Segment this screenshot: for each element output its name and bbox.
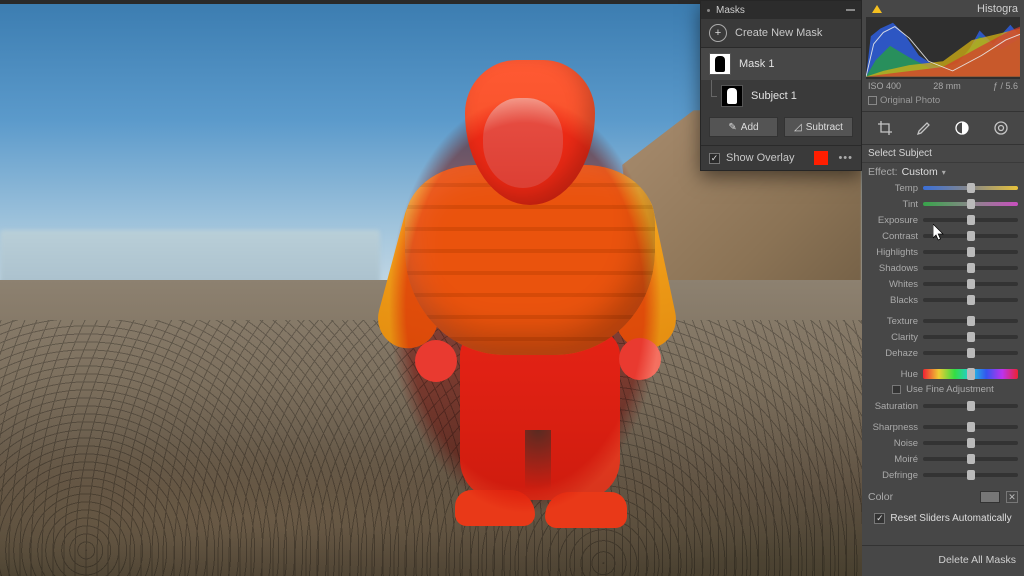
reset-sliders-label: Reset Sliders Automatically bbox=[890, 513, 1011, 524]
create-new-mask[interactable]: + Create New Mask bbox=[701, 19, 861, 48]
dehaze-slider[interactable] bbox=[923, 351, 1018, 355]
heal-tool-icon[interactable] bbox=[915, 119, 933, 137]
fine-adjust-checkbox[interactable] bbox=[892, 385, 901, 394]
chevron-down-icon: ▾ bbox=[942, 168, 946, 177]
moire-slider[interactable] bbox=[923, 457, 1018, 461]
create-mask-label: Create New Mask bbox=[735, 27, 822, 39]
original-photo-toggle[interactable]: Original Photo bbox=[862, 93, 1024, 111]
texture-slider[interactable] bbox=[923, 319, 1018, 323]
show-overlay-label: Show Overlay bbox=[726, 152, 794, 164]
adjustment-sliders: Temp Tint Exposure Contrast Highlights S… bbox=[862, 180, 1024, 487]
radial-tool-icon[interactable] bbox=[992, 119, 1010, 137]
defringe-slider[interactable] bbox=[923, 473, 1018, 477]
crop-tool-icon[interactable] bbox=[876, 119, 894, 137]
blacks-slider[interactable] bbox=[923, 298, 1018, 302]
masks-panel-header[interactable]: Masks bbox=[701, 1, 861, 19]
add-brush-icon: ✎ bbox=[728, 122, 736, 133]
fine-adjust-label: Use Fine Adjustment bbox=[906, 384, 994, 395]
mask-section-title: Select Subject bbox=[868, 148, 932, 159]
delete-all-masks[interactable]: Delete All Masks bbox=[862, 545, 1024, 576]
plus-icon: + bbox=[709, 24, 727, 42]
subtract-mask-button[interactable]: ◿ Subtract bbox=[784, 117, 853, 137]
effect-dropdown[interactable]: Custom bbox=[902, 166, 938, 178]
masking-tool-icon[interactable] bbox=[953, 119, 971, 137]
histogram[interactable] bbox=[866, 17, 1020, 79]
mask-label: Mask 1 bbox=[739, 58, 774, 70]
mask-item-subject1[interactable]: Subject 1 bbox=[701, 80, 861, 112]
temp-slider[interactable] bbox=[923, 186, 1018, 190]
right-panel: Histogra ISO 400 28 mm ƒ / 5.6 Original … bbox=[862, 0, 1024, 576]
saturation-slider[interactable] bbox=[923, 404, 1018, 408]
shadows-slider[interactable] bbox=[923, 266, 1018, 270]
contrast-slider[interactable] bbox=[923, 234, 1018, 238]
noise-slider[interactable] bbox=[923, 441, 1018, 445]
whites-slider[interactable] bbox=[923, 282, 1018, 286]
clarity-slider[interactable] bbox=[923, 335, 1018, 339]
minimize-icon[interactable] bbox=[846, 9, 855, 11]
tint-slider[interactable] bbox=[923, 202, 1018, 206]
mask-label: Subject 1 bbox=[751, 90, 797, 102]
mask-thumb-icon bbox=[709, 53, 731, 75]
masks-panel: Masks + Create New Mask Mask 1 Subject 1… bbox=[700, 0, 862, 171]
subject-thumb-icon bbox=[721, 85, 743, 107]
exposure-slider[interactable] bbox=[923, 218, 1018, 222]
hue-slider[interactable] bbox=[923, 369, 1018, 379]
overlay-more-icon[interactable]: ••• bbox=[834, 152, 853, 164]
reset-sliders-checkbox[interactable]: ✓ bbox=[874, 513, 885, 524]
masks-panel-title: Masks bbox=[716, 5, 840, 16]
show-overlay-checkbox[interactable]: ✓ bbox=[709, 153, 720, 164]
histogram-title: Histogra bbox=[977, 3, 1018, 15]
color-swatch[interactable] bbox=[980, 491, 1000, 503]
sharpness-slider[interactable] bbox=[923, 425, 1018, 429]
clipping-warning-icon[interactable] bbox=[872, 5, 882, 13]
mask-overlay-subject bbox=[375, 60, 675, 550]
color-label: Color bbox=[868, 491, 893, 503]
color-reset-icon[interactable]: ✕ bbox=[1006, 491, 1018, 503]
histogram-info: ISO 400 28 mm ƒ / 5.6 bbox=[862, 79, 1024, 93]
effect-label: Effect: bbox=[868, 166, 898, 178]
highlights-slider[interactable] bbox=[923, 250, 1018, 254]
mask-item-mask1[interactable]: Mask 1 bbox=[701, 48, 861, 80]
tool-strip bbox=[862, 111, 1024, 145]
overlay-color-swatch[interactable] bbox=[814, 151, 828, 165]
subtract-eraser-icon: ◿ bbox=[794, 122, 802, 133]
add-mask-button[interactable]: ✎ Add bbox=[709, 117, 778, 137]
